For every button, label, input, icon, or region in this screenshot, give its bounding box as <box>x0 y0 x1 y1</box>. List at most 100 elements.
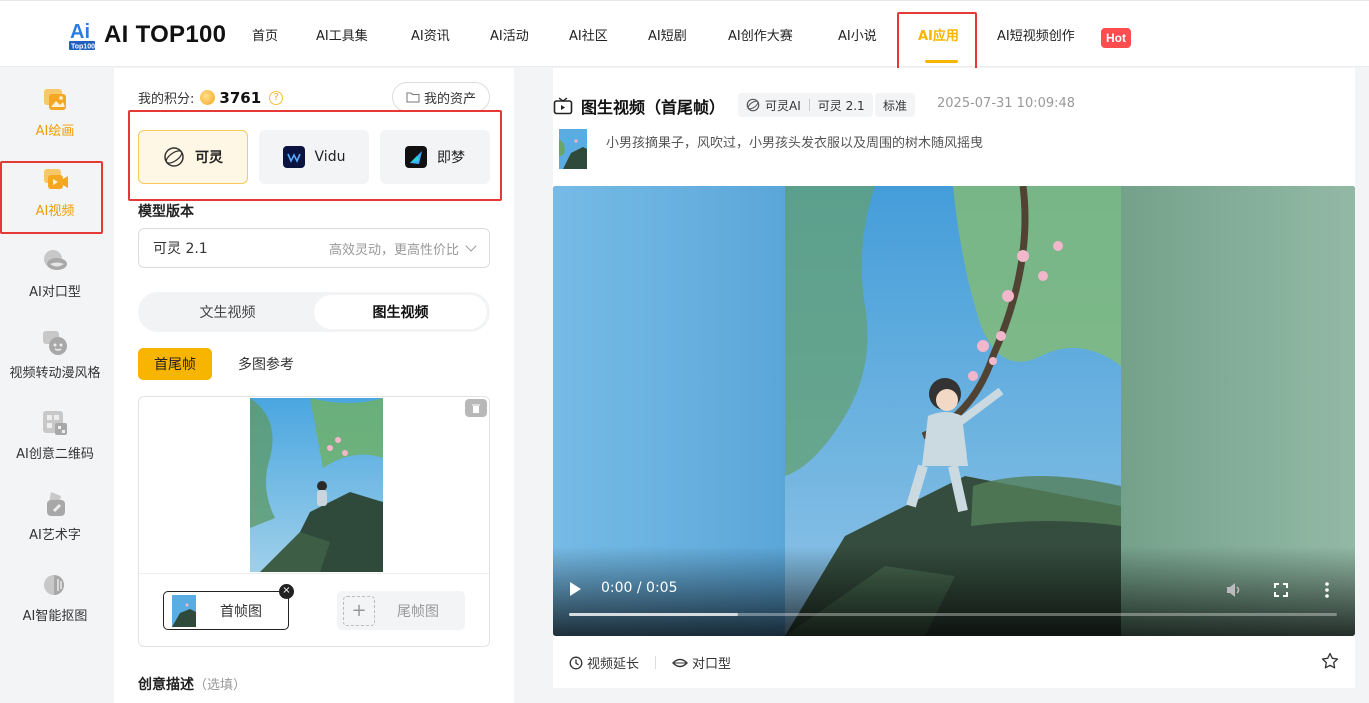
sidebar-item-label: AI视频 <box>35 204 75 219</box>
nav-ai-events[interactable]: AI活动 <box>490 25 529 44</box>
tab-image-to-video[interactable]: 图生视频 <box>314 295 487 329</box>
cutout-icon <box>44 575 64 595</box>
tab-text-to-video[interactable]: 文生视频 <box>141 295 314 329</box>
play-icon[interactable] <box>570 582 581 596</box>
nav-ai-short-video[interactable]: AI短视频创作 <box>997 25 1075 44</box>
image-upload-area[interactable]: 首帧图 × + 尾帧图 <box>138 396 490 647</box>
sidebar-item-label: AI艺术字 <box>29 528 81 543</box>
tag-separator <box>808 99 810 111</box>
favorite-star-icon[interactable] <box>1321 652 1339 670</box>
lips-icon <box>672 658 688 667</box>
result-preview-area: 图生视频（首尾帧） 可灵AI 可灵 2.1 标准 2025-07-31 10:0… <box>514 68 1369 703</box>
sidebar-item-ai-qrcode[interactable]: AI创意二维码 <box>0 409 110 462</box>
optional-label: （选填） <box>194 678 247 693</box>
points-value: 3761 <box>219 88 262 107</box>
last-frame-slot[interactable]: + 尾帧图 <box>337 591 465 630</box>
last-frame-label: 尾帧图 <box>397 603 439 620</box>
result-card: 图生视频（首尾帧） 可灵AI 可灵 2.1 标准 2025-07-31 10:0… <box>553 68 1355 688</box>
first-frame-slot[interactable]: 首帧图 × <box>163 584 294 630</box>
nav-ai-apps[interactable]: AI应用 <box>918 25 959 44</box>
sidebar-item-ai-painting[interactable]: AI绘画 <box>0 86 110 139</box>
picture-icon <box>44 89 66 110</box>
sidebar-item-ai-video[interactable]: AI视频 <box>0 166 110 219</box>
svg-text:Top100: Top100 <box>71 44 95 51</box>
brand-logo[interactable]: Ai Top100 AI TOP100 <box>68 17 226 53</box>
nav-ai-news[interactable]: AI资讯 <box>411 25 450 44</box>
result-title: 图生视频（首尾帧） <box>553 94 725 118</box>
sidebar-item-label: 视频转动漫风格 <box>9 366 101 381</box>
vidu-logo-icon <box>282 146 305 168</box>
video-buffered-bar <box>569 613 738 616</box>
points-label: 我的积分: <box>138 92 195 107</box>
first-frame-label: 首帧图 <box>220 603 262 620</box>
sidebar-item-video-to-anime[interactable]: 视频转动漫风格 <box>0 328 110 381</box>
model-label: 可灵 <box>195 150 223 166</box>
quality-tag-label: 标准 <box>883 98 908 113</box>
model-label: Vidu <box>314 149 346 165</box>
points-display: 我的积分: 3761 ? <box>138 88 284 107</box>
video-controls: 0:00 / 0:05 <box>553 546 1355 636</box>
result-timestamp: 2025-07-31 10:09:48 <box>937 96 1076 111</box>
top-navigation-bar: Ai Top100 AI TOP100 首页 AI工具集 AI资讯 AI活动 A… <box>0 0 1369 67</box>
video-progress-track[interactable] <box>569 613 1337 616</box>
remove-first-frame-button[interactable]: × <box>279 584 294 599</box>
result-title-text: 图生视频（首尾帧） <box>581 98 726 117</box>
fullscreen-icon[interactable] <box>1273 582 1289 598</box>
svg-text:Ai: Ai <box>70 21 90 43</box>
sidebar-item-ai-art-text[interactable]: AI艺术字 <box>0 490 110 543</box>
plus-icon: + <box>343 595 375 626</box>
action-separator <box>655 656 657 669</box>
sidebar-item-ai-lipsync[interactable]: AI对口型 <box>0 247 110 300</box>
anime-icon <box>43 331 67 355</box>
tv-icon <box>553 97 573 115</box>
model-tag-name: 可灵AI <box>765 98 801 113</box>
uploaded-image-preview <box>250 398 383 572</box>
model-tag-version: 可灵 2.1 <box>817 98 865 113</box>
model-vidu-button[interactable]: Vidu <box>259 130 369 184</box>
first-frame-thumbnail <box>172 594 196 627</box>
more-options-icon[interactable] <box>1324 582 1330 598</box>
quality-tag: 标准 <box>875 93 916 117</box>
model-label: 即梦 <box>437 150 465 166</box>
nav-ai-novel[interactable]: AI小说 <box>838 25 877 44</box>
video-icon <box>44 169 68 189</box>
clock-icon <box>569 656 583 669</box>
nav-ai-contest[interactable]: AI创作大赛 <box>728 25 793 44</box>
active-nav-underline <box>925 60 958 63</box>
help-icon[interactable]: ? <box>269 90 284 105</box>
video-extend-button[interactable]: 视频延长 <box>569 653 639 672</box>
lipsync-label: 对口型 <box>692 657 732 672</box>
chevron-down-icon <box>465 240 477 252</box>
art-text-icon <box>47 492 65 516</box>
folder-icon <box>406 92 420 103</box>
nav-ai-short-drama[interactable]: AI短剧 <box>648 25 687 44</box>
hot-badge: Hot <box>1101 28 1131 48</box>
brand-name: AI TOP100 <box>104 21 227 48</box>
model-version-heading: 模型版本 <box>138 204 194 220</box>
model-version-select[interactable]: 可灵 2.1 高效灵动，更高性价比 <box>138 228 490 268</box>
my-assets-label: 我的资产 <box>423 91 476 107</box>
prompt-image-thumbnail[interactable] <box>559 129 587 169</box>
mode-switch: 文生视频 图生视频 <box>138 292 490 332</box>
kling-logo-icon <box>746 98 760 112</box>
nav-ai-tools[interactable]: AI工具集 <box>316 25 368 44</box>
volume-icon[interactable] <box>1225 582 1243 598</box>
lipsync-button[interactable]: 对口型 <box>672 653 731 672</box>
my-assets-button[interactable]: 我的资产 <box>392 82 490 112</box>
qrcode-icon <box>43 411 67 435</box>
sidebar-item-label: AI对口型 <box>29 285 81 300</box>
lips-icon <box>44 250 67 270</box>
delete-image-button[interactable] <box>465 399 487 417</box>
tab-multi-image-reference[interactable]: 多图参考 <box>222 348 310 380</box>
model-version-hint: 高效灵动，更高性价比 <box>328 242 459 258</box>
model-kling-button[interactable]: 可灵 <box>138 130 248 184</box>
nav-home[interactable]: 首页 <box>252 25 278 44</box>
jimeng-logo-icon <box>405 146 427 168</box>
tab-first-last-frame[interactable]: 首尾帧 <box>138 348 212 380</box>
nav-ai-community[interactable]: AI社区 <box>569 25 608 44</box>
left-sidebar: AI绘画 AI视频 AI对口型 视频转动漫风格 AI创意二维码 AI艺术字 AI… <box>0 68 114 703</box>
model-jimeng-button[interactable]: 即梦 <box>380 130 490 184</box>
video-player[interactable]: 0:00 / 0:05 <box>553 186 1355 636</box>
sidebar-item-ai-cutout[interactable]: AI智能抠图 <box>0 571 110 624</box>
sidebar-item-label: AI创意二维码 <box>16 447 94 462</box>
